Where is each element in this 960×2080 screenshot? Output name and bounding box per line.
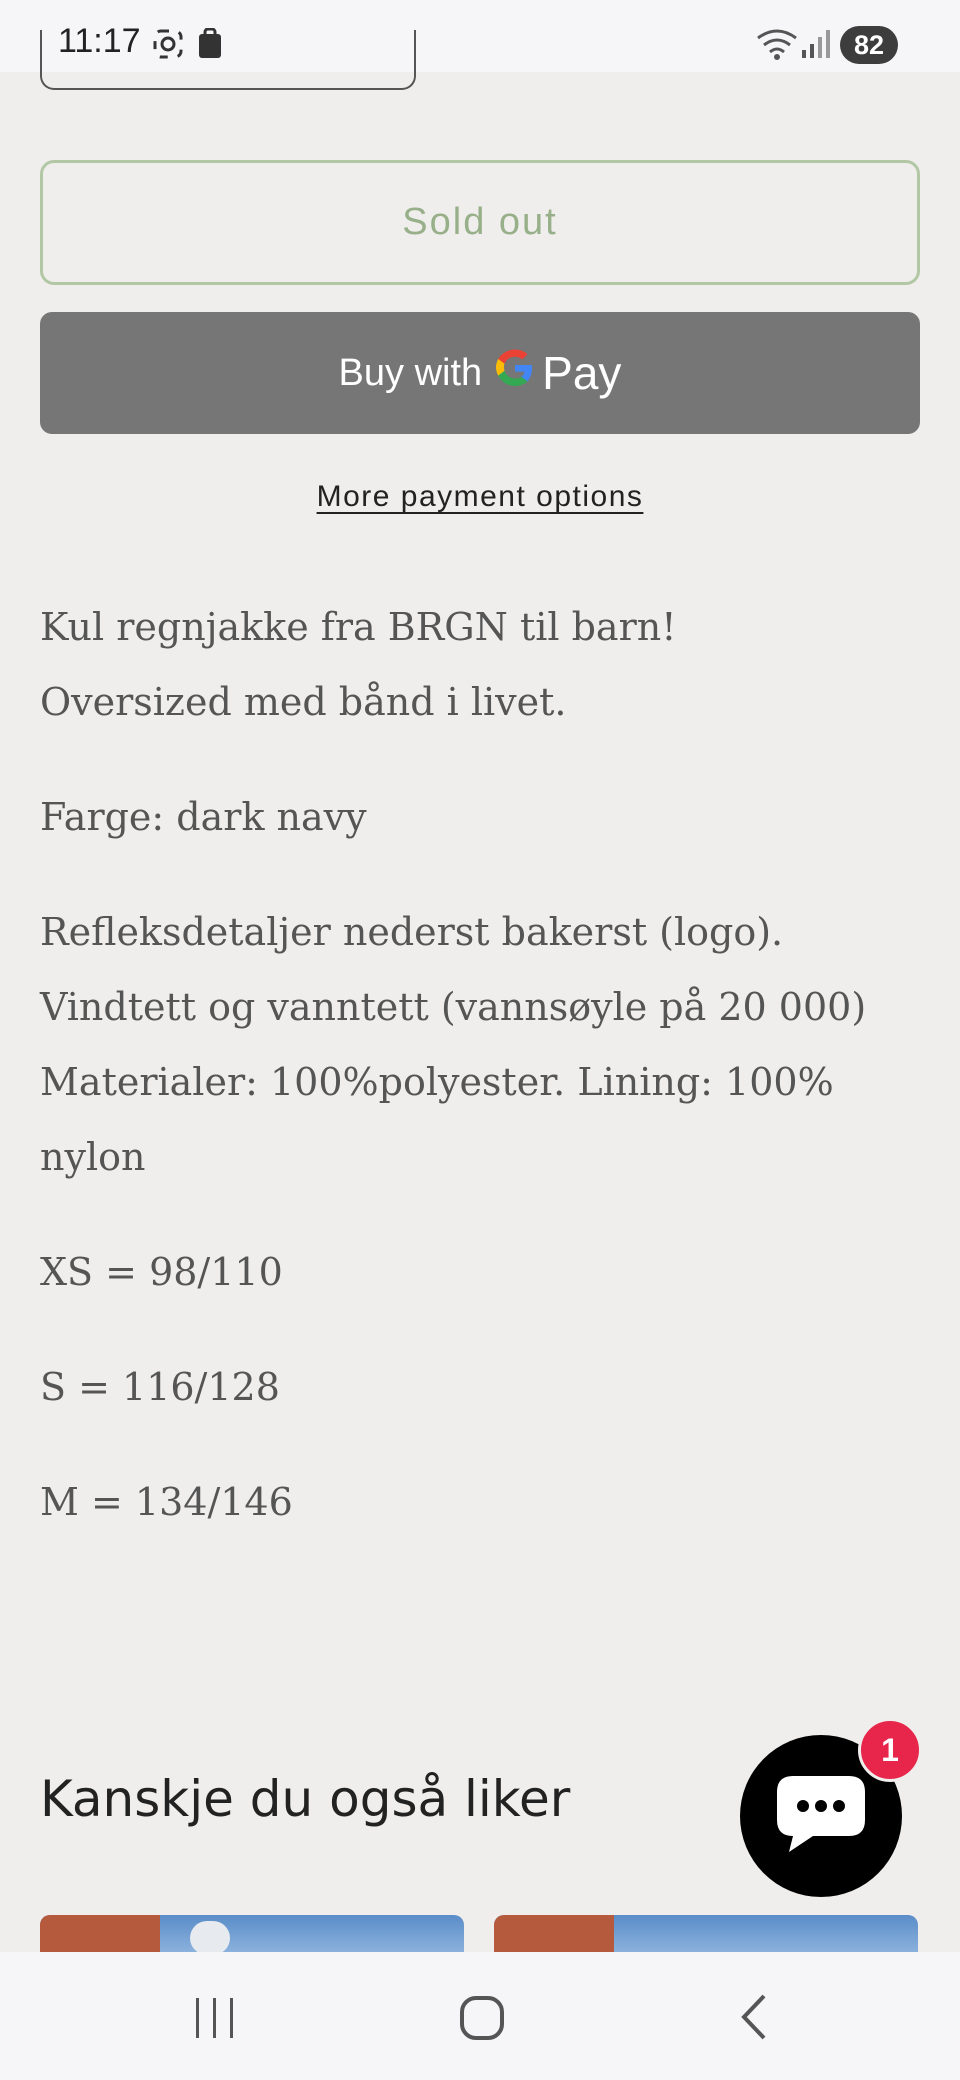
buy-with-gpay-button[interactable]: Buy with Pay: [40, 312, 920, 434]
signal-icon: [800, 28, 832, 65]
description-line: Kul regnjakke fra BRGN til barn!: [40, 605, 677, 649]
cloud: [190, 1921, 230, 1955]
related-product-card[interactable]: [40, 1915, 464, 1955]
google-g-icon: [494, 347, 536, 399]
description-line: nylon: [40, 1135, 146, 1179]
chat-icon: [773, 1772, 869, 1861]
product-image: [40, 1915, 160, 1955]
description-line: Oversized med bånd i livet.: [40, 680, 567, 724]
description-line: Materialer: 100%polyester. Lining: 100%: [40, 1060, 834, 1104]
back-icon[interactable]: [730, 1992, 780, 2047]
description-line: Refleksdetaljer nederst bakerst (logo).: [40, 910, 784, 954]
description-color: Farge: dark navy: [40, 795, 367, 839]
related-product-card[interactable]: [494, 1915, 918, 1955]
description-intro: Kul regnjakke fra BRGN til barn! Oversiz…: [40, 590, 920, 740]
size-xs: XS = 98/110: [40, 1250, 283, 1294]
wifi-icon: [756, 28, 798, 65]
size-m: M = 134/146: [40, 1480, 293, 1524]
related-products-title: Kanskje du også liker: [40, 1770, 571, 1828]
product-image: [494, 1915, 614, 1955]
more-payment-options-link[interactable]: More payment options: [0, 480, 960, 514]
recent-apps-icon[interactable]: [190, 1992, 240, 2047]
sold-out-button[interactable]: Sold out: [40, 160, 920, 285]
chat-unread-badge: 1: [858, 1718, 922, 1782]
android-nav-bar: [0, 1952, 960, 2080]
home-icon[interactable]: [458, 1992, 508, 2047]
battery-indicator: 82: [840, 26, 898, 64]
product-description: Kul regnjakke fra BRGN til barn! Oversiz…: [40, 590, 920, 1580]
description-line: Vindtett og vanntett (vannsøyle på 20 00…: [40, 985, 867, 1029]
more-payment-options-label: More payment options: [316, 480, 644, 513]
size-s: S = 116/128: [40, 1365, 280, 1409]
description-details: Refleksdetaljer nederst bakerst (logo). …: [40, 895, 920, 1195]
buy-with-label: Buy with: [338, 351, 483, 394]
quantity-selector[interactable]: [40, 30, 416, 90]
pay-label: Pay: [542, 347, 622, 399]
